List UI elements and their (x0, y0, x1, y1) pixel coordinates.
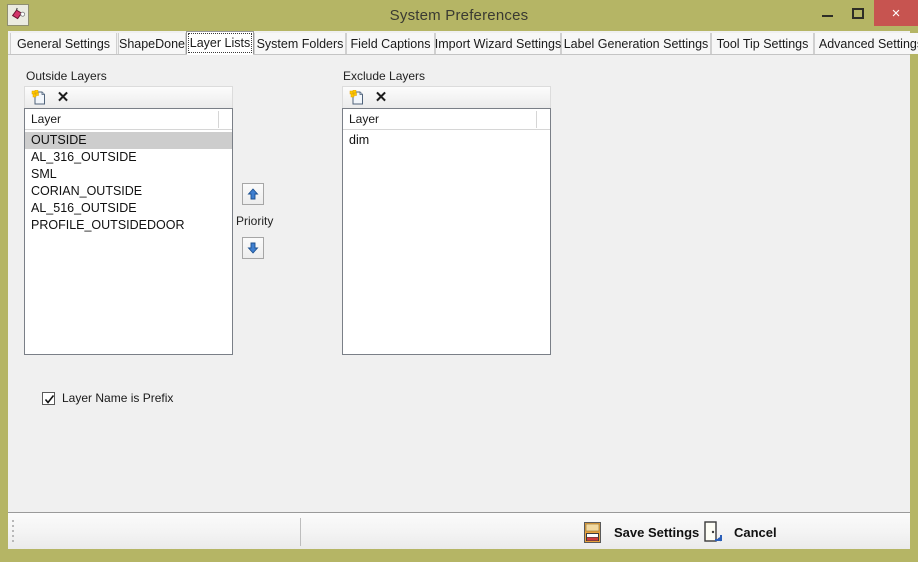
title-bar: System Preferences × (0, 0, 918, 31)
arrow-down-icon (247, 242, 259, 254)
close-button[interactable]: × (874, 0, 918, 26)
new-document-icon (349, 89, 363, 104)
maximize-icon (852, 7, 864, 19)
priority-up-button[interactable] (242, 183, 264, 205)
outside-layers-toolbar: ✕ (24, 86, 233, 108)
tab-layer-lists[interactable]: Layer Lists (186, 31, 254, 55)
tab-import-wizard-settings[interactable]: Import Wizard Settings (435, 33, 561, 54)
list-item[interactable]: PROFILE_OUTSIDEDOOR (25, 217, 232, 234)
floppy-disk-icon (584, 522, 601, 543)
tab-system-folders[interactable]: System Folders (254, 33, 346, 54)
exclude-layers-listbox[interactable]: Layer dim (342, 108, 551, 355)
exclude-delete-layer-button[interactable]: ✕ (371, 88, 391, 107)
toolbar-separator (300, 518, 301, 546)
delete-x-icon: ✕ (56, 89, 70, 106)
save-settings-button[interactable]: Save Settings (580, 519, 699, 545)
checkbox-label: Layer Name is Prefix (62, 391, 174, 405)
layer-name-is-prefix-checkbox[interactable]: Layer Name is Prefix (42, 391, 173, 405)
outside-layers-listbox[interactable]: Layer OUTSIDE AL_316_OUTSIDE SML CORIAN_… (24, 108, 233, 355)
list-item[interactable]: AL_316_OUTSIDE (25, 149, 232, 166)
outside-column-layer[interactable]: Layer (25, 109, 219, 129)
list-item[interactable]: AL_516_OUTSIDE (25, 200, 232, 217)
application-window: System Preferences × General Settings Sh… (0, 0, 918, 562)
tab-shapedone[interactable]: ShapeDone (118, 33, 186, 54)
maximize-button[interactable] (843, 0, 873, 26)
outside-delete-layer-button[interactable]: ✕ (53, 88, 73, 107)
list-item[interactable]: dim (343, 132, 550, 149)
exclude-column-layer[interactable]: Layer (343, 109, 537, 129)
exit-door-icon (704, 521, 722, 542)
tab-tool-tip-settings[interactable]: Tool Tip Settings (711, 33, 814, 54)
tab-strip-divider (8, 54, 910, 55)
new-document-icon (31, 89, 45, 104)
arrow-up-icon (247, 188, 259, 200)
minimize-icon (821, 15, 833, 17)
exclude-list-header: Layer (343, 109, 550, 130)
exclude-list-rows: dim (343, 130, 550, 149)
cancel-label: Cancel (734, 524, 777, 540)
outside-list-header: Layer (25, 109, 232, 130)
delete-x-icon: ✕ (374, 89, 388, 106)
bottom-toolbar: Save Settings Cancel (8, 512, 910, 550)
exclude-layers-title: Exclude Layers (343, 69, 426, 83)
toolbar-grip-handle[interactable] (12, 520, 15, 544)
exclude-layers-toolbar: ✕ (342, 86, 551, 108)
outside-column-divider (218, 111, 219, 128)
exclude-new-layer-button[interactable] (347, 88, 367, 107)
tab-strip: General Settings ShapeDone Layer Lists S… (8, 31, 918, 55)
client-area: General Settings ShapeDone Layer Lists S… (8, 31, 918, 549)
checkmark-icon (44, 394, 55, 404)
list-item[interactable]: SML (25, 166, 232, 183)
tab-field-captions[interactable]: Field Captions (346, 33, 435, 54)
outside-list-rows: OUTSIDE AL_316_OUTSIDE SML CORIAN_OUTSID… (25, 130, 232, 234)
outside-layers-title: Outside Layers (26, 69, 107, 83)
priority-down-button[interactable] (242, 237, 264, 259)
list-item[interactable]: OUTSIDE (25, 132, 232, 149)
exclude-column-divider (536, 111, 537, 128)
cancel-button[interactable]: Cancel (700, 519, 777, 545)
tab-general-settings[interactable]: General Settings (10, 33, 117, 54)
minimize-button[interactable] (812, 0, 842, 26)
outside-new-layer-button[interactable] (29, 88, 49, 107)
list-item[interactable]: CORIAN_OUTSIDE (25, 183, 232, 200)
close-icon: × (891, 4, 901, 22)
window-title: System Preferences (389, 7, 529, 24)
save-settings-label: Save Settings (614, 524, 700, 540)
tab-label-generation-settings[interactable]: Label Generation Settings (561, 33, 711, 54)
window-bottom-edge (8, 549, 910, 554)
priority-label: Priority (236, 214, 274, 228)
tab-advanced-settings[interactable]: Advanced Settings (814, 33, 918, 54)
checkbox-box[interactable] (42, 391, 55, 405)
